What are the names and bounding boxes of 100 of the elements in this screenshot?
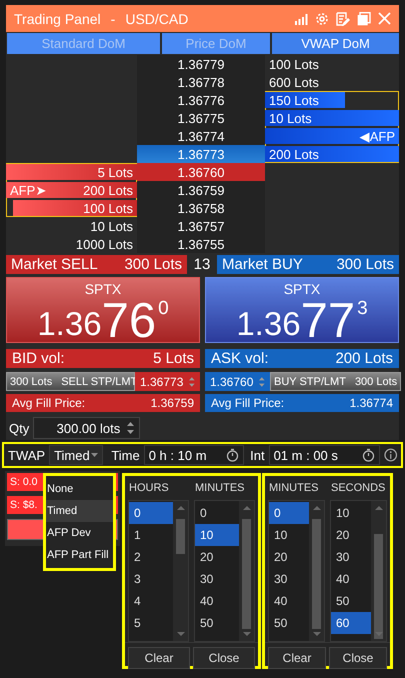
time-option[interactable]: 0	[129, 502, 173, 524]
qty-label: Qty	[9, 420, 30, 436]
price-cell[interactable]: 1.36776	[137, 91, 265, 109]
price-cell[interactable]: 1.36778	[137, 73, 265, 91]
price-cell[interactable]: 1.36755	[137, 235, 265, 253]
avg-fill-value: 1.36774	[350, 396, 393, 410]
menu-item[interactable]: AFP Dev	[46, 522, 113, 544]
qty-field[interactable]: 300.00 lots	[33, 417, 140, 439]
time-option[interactable]: 0	[195, 502, 239, 524]
lots-text: 200 Lots	[83, 182, 133, 198]
column-header: MINUTES	[268, 481, 320, 496]
afp-tag: ◀AFP	[360, 128, 395, 144]
market-label: Market SELL	[11, 256, 98, 273]
picker-button[interactable]: Clear	[128, 647, 190, 669]
time-option[interactable]: 10	[269, 524, 309, 546]
note-icon[interactable]	[336, 12, 350, 26]
market-buy-bar[interactable]: Market BUY 300 Lots	[217, 255, 399, 274]
spinner-arrows-icon[interactable]	[127, 421, 134, 435]
price-cell[interactable]: 1.36775	[137, 109, 265, 127]
mode-dropdown[interactable]: Timed	[49, 445, 104, 465]
afp-tag: AFP➤	[10, 182, 46, 198]
time-option[interactable]: 40	[331, 568, 371, 590]
restore-icon[interactable]	[357, 12, 371, 26]
lots-text: 5 Lots	[98, 164, 133, 180]
lots-text: 1000 Lots	[76, 236, 133, 252]
clock-icon[interactable]	[362, 448, 375, 462]
column-header: SECONDS	[330, 481, 386, 496]
lots-text: 600 Lots	[269, 74, 319, 90]
int-label: Int	[250, 448, 265, 462]
time-field[interactable]: 0 h : 10 m	[144, 445, 244, 465]
spread-value: 13	[192, 255, 212, 274]
time-option[interactable]: 5	[129, 612, 173, 634]
menu-item[interactable]: AFP Part Fill	[46, 544, 113, 566]
price-cell[interactable]: 1.36759	[137, 181, 265, 199]
market-sell-bar[interactable]: Market SELL 300 Lots	[6, 255, 187, 274]
price-cell[interactable]: 1.36779	[137, 55, 265, 73]
scrollbar[interactable]	[239, 501, 254, 641]
time-option[interactable]: 30	[331, 546, 371, 568]
volume-label: ASK vol:	[211, 350, 269, 367]
price-cell[interactable]: 1.36760	[137, 163, 265, 181]
column-header: HOURS	[128, 481, 170, 496]
price-cell[interactable]: 1.36773	[137, 145, 265, 163]
time-option[interactable]: 10	[195, 524, 239, 546]
time-option[interactable]: 30	[269, 568, 309, 590]
lots-text: 100 Lots	[269, 56, 319, 72]
volume-value: 200 Lots	[335, 350, 393, 367]
volume-label: BID vol:	[12, 350, 65, 367]
time-option[interactable]: 60	[331, 612, 371, 634]
price-cell[interactable]: 1.36758	[137, 199, 265, 217]
volume-value: 5 Lots	[153, 350, 194, 367]
lots-text: 100 Lots	[83, 200, 133, 216]
view-tab[interactable]: VWAP DoM	[272, 33, 399, 54]
lots-text: 200 Lots	[269, 146, 319, 162]
info-icon[interactable]	[384, 448, 398, 462]
column-header: MINUTES	[194, 481, 246, 496]
time-option[interactable]: 50	[269, 612, 309, 634]
market-lots: 300 Lots	[124, 256, 182, 273]
avg-fill-label: Avg Fill Price:	[12, 396, 86, 410]
menu-item[interactable]: None	[46, 478, 113, 500]
caret-icon	[91, 453, 98, 457]
time-option[interactable]: 20	[331, 524, 371, 546]
time-option[interactable]: 20	[195, 546, 239, 568]
lots-text: 10 Lots	[90, 218, 133, 234]
scrollbar[interactable]	[173, 501, 188, 641]
interval-field[interactable]: 01 m : 00 s	[268, 445, 380, 465]
time-option[interactable]: 50	[195, 612, 239, 634]
time-option[interactable]: 50	[331, 590, 371, 612]
settings-icon[interactable]	[315, 12, 329, 26]
clock-icon[interactable]	[226, 448, 240, 462]
time-option[interactable]: 10	[331, 502, 371, 524]
picker-button[interactable]: Close	[193, 647, 255, 669]
market-label: Market BUY	[222, 256, 303, 273]
time-option[interactable]: 4	[129, 590, 173, 612]
window-title: Trading Panel	[14, 10, 101, 26]
symbol-text: USD/CAD	[125, 10, 188, 26]
time-option[interactable]: 30	[195, 568, 239, 590]
buy-price-spinner[interactable]: 1.36760	[205, 372, 270, 391]
price-cell[interactable]: 1.36757	[137, 217, 265, 235]
chart-icon[interactable]	[295, 12, 308, 24]
time-label: Time	[111, 448, 140, 462]
menu-item[interactable]: Timed	[46, 500, 113, 522]
lots-text: 10 Lots	[269, 110, 312, 126]
twap-label: TWAP	[8, 448, 46, 462]
time-option[interactable]: 3	[129, 568, 173, 590]
time-option[interactable]: 1	[129, 524, 173, 546]
time-option[interactable]: 0	[269, 502, 309, 524]
time-option[interactable]: 2	[129, 546, 173, 568]
price-cell[interactable]: 1.36774	[137, 127, 265, 145]
sell-price-spinner[interactable]: 1.36773	[135, 372, 200, 391]
buy-stop-button[interactable]: BUY STP/LMT 300 Lots	[270, 372, 402, 391]
lots-text: 150 Lots	[269, 92, 319, 108]
time-option[interactable]: 40	[269, 590, 309, 612]
close-icon[interactable]	[378, 12, 391, 25]
scrollbar[interactable]	[371, 501, 386, 641]
time-option[interactable]: 20	[269, 546, 309, 568]
sell-stop-button[interactable]: 300 Lots SELL STP/LMT	[6, 372, 135, 391]
scrollbar[interactable]	[309, 501, 324, 641]
time-option[interactable]: 40	[195, 590, 239, 612]
picker-button[interactable]: Clear	[268, 647, 326, 669]
picker-button[interactable]: Close	[329, 647, 387, 669]
